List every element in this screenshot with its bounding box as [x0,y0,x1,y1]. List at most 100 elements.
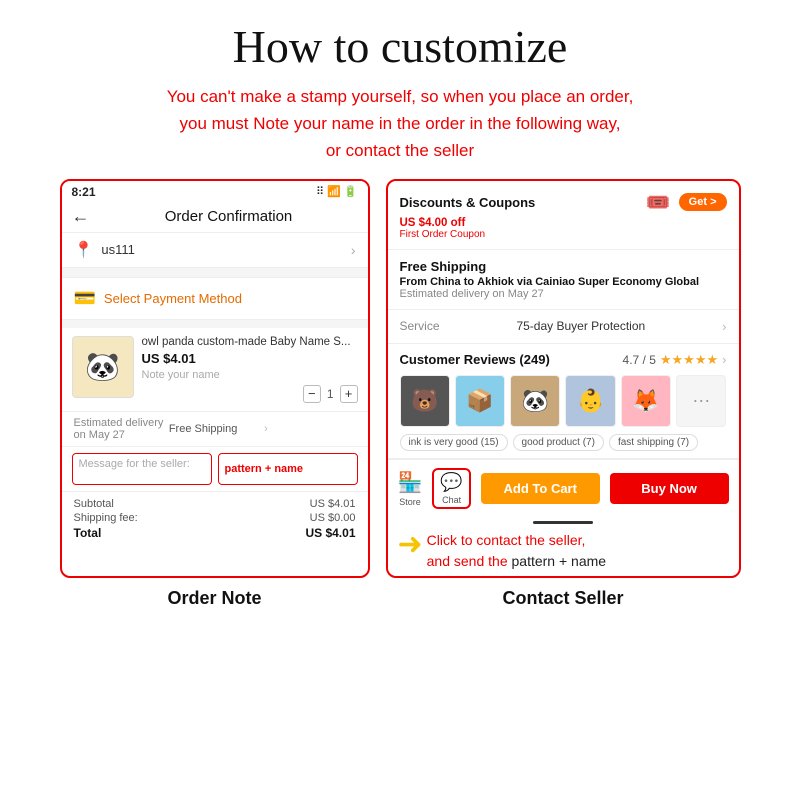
service-chevron-icon: › [722,319,726,334]
note-text: pattern + name [225,463,304,475]
service-section: Service 75-day Buyer Protection › [388,310,739,344]
to-label: to [464,276,474,288]
payment-icon: 💳 [74,288,96,309]
service-label: Service [400,319,440,333]
order-confirmation-title: Order Confirmation [100,208,358,225]
review-image-2: 📦 [455,375,505,427]
delivery-text: Estimated delivery on May 27 [74,417,165,441]
get-coupon-button[interactable]: Get > [679,193,727,211]
to-location: Akhiok [477,276,514,288]
order-note-label: Order Note [60,588,370,609]
battery-icon: 🔋 [344,185,358,198]
shipping-description: From China to Akhiok via Cainiao Super E… [400,276,727,288]
reviews-rating: 4.7 / 5 ★★★★★ › [623,352,727,368]
review-image-4: 👶 [565,375,615,427]
signal-icon: ⠿ [316,185,324,198]
rating-value: 4.7 / 5 [623,353,656,367]
product-qty-row: − 1 + [142,385,358,403]
store-label: Store [399,497,421,507]
chat-label: Chat [442,495,461,505]
chat-icon: 💬 [440,472,462,493]
discount-amount: US $4.00 off [400,217,727,229]
qty-minus-button[interactable]: − [303,385,321,403]
free-shipping-title: Free Shipping [400,259,727,274]
phone-time: 8:21 [72,185,96,199]
page-title: How to customize [233,20,568,73]
payment-row[interactable]: 💳 Select Payment Method [62,278,368,320]
add-to-cart-button[interactable]: Add To Cart [481,473,600,504]
subtotal-value: US $4.01 [310,498,356,510]
order-note-panel: 8:21 ⠿ 📶 🔋 ← Order Confirmation 📍 us111 … [60,179,370,578]
location-icon: 📍 [74,240,94,260]
store-icon-button[interactable]: 🏪 Store [398,470,423,507]
subtitle: You can't make a stamp yourself, so when… [167,83,634,165]
shipping-row: Shipping fee: US $0.00 [74,512,356,524]
phone-status-bar: 8:21 ⠿ 📶 🔋 [62,181,368,201]
reviews-chevron-icon: › [722,352,726,367]
buy-now-button[interactable]: Buy Now [610,473,729,504]
annotation-text: Click to contact the seller, and send th… [427,530,606,572]
free-shipping-label: Free Shipping [169,423,260,435]
shipping-fee-label: Shipping fee: [74,512,138,524]
review-tag-3[interactable]: fast shipping (7) [609,434,698,451]
location-row[interactable]: 📍 us111 › [62,233,368,268]
service-value: 75-day Buyer Protection [516,319,645,333]
discounts-label: Discounts & Coupons [400,195,536,210]
delivery-row: Estimated delivery on May 27 Free Shippi… [62,412,368,447]
first-order-label: First Order Coupon [400,229,727,240]
delivery-chevron-icon: › [264,423,355,435]
coupon-icon: 🎟️ [646,190,671,215]
store-icon: 🏪 [398,470,423,495]
review-tag-1[interactable]: ink is very good (15) [400,434,508,451]
review-image-3: 🐼 [510,375,560,427]
subtotal-row: Subtotal US $4.01 [74,498,356,510]
message-input[interactable]: Message for the seller: [72,453,212,485]
qty-value: 1 [327,387,334,401]
location-text: us111 [101,242,342,257]
phone-icons: ⠿ 📶 🔋 [316,185,357,198]
total-value: US $4.01 [305,526,355,540]
action-bar: 🏪 Store 💬 Chat Add To Cart Buy Now [388,459,739,517]
message-note-row: Message for the seller: pattern + name [62,447,368,492]
subtotal-label: Subtotal [74,498,114,510]
product-name: owl panda custom-made Baby Name S... [142,336,358,348]
shipping-section: Free Shipping From China to Akhiok via C… [388,250,739,310]
pattern-name-text: pattern + name [512,553,607,569]
review-tag-2[interactable]: good product (7) [513,434,604,451]
totals-section: Subtotal US $4.01 Shipping fee: US $0.00… [62,492,368,548]
product-price: US $4.01 [142,351,358,366]
reviews-section: Customer Reviews (249) 4.7 / 5 ★★★★★ › 🐻… [388,344,739,459]
review-images: 🐻 📦 🐼 👶 🦊 ··· [400,375,727,427]
review-image-5: 🦊 [621,375,671,427]
contact-seller-panel: Discounts & Coupons 🎟️ Get > US $4.00 of… [386,179,741,578]
note-to-seller-input[interactable]: pattern + name [218,453,358,485]
from-label: From [400,276,428,288]
reviews-title: Customer Reviews (249) [400,352,550,367]
review-image-1: 🐻 [400,375,450,427]
product-image: 🐼 [72,336,134,398]
annotation: ➜ Click to contact the seller, and send … [388,524,739,576]
chat-icon-button[interactable]: 💬 Chat [432,468,470,509]
phone-nav: ← Order Confirmation [62,201,368,233]
total-row: Total US $4.01 [74,526,356,540]
stars-icon: ★★★★★ [660,352,718,368]
review-tags: ink is very good (15) good product (7) f… [400,434,727,451]
qty-plus-button[interactable]: + [340,385,358,403]
product-details: owl panda custom-made Baby Name S... US … [142,336,358,403]
shipping-via: via Cainiao Super Economy Global [517,276,699,288]
review-more-icon: ··· [676,375,726,427]
contact-seller-label: Contact Seller [386,588,741,609]
wifi-icon: 📶 [327,185,341,198]
discounts-section: Discounts & Coupons 🎟️ Get > US $4.00 of… [388,181,739,250]
shipping-fee-value: US $0.00 [310,512,356,524]
chevron-right-icon: › [351,242,356,258]
yellow-arrow-icon: ➜ [398,530,423,560]
product-row: 🐼 owl panda custom-made Baby Name S... U… [62,328,368,412]
product-note: Note your name [142,369,358,381]
payment-label: Select Payment Method [104,291,242,306]
from-country: China [430,276,461,288]
message-placeholder: Message for the seller: [79,458,190,470]
delivery-estimate: Estimated delivery on May 27 [400,288,727,300]
back-arrow-icon[interactable]: ← [72,206,90,227]
total-label: Total [74,526,102,540]
